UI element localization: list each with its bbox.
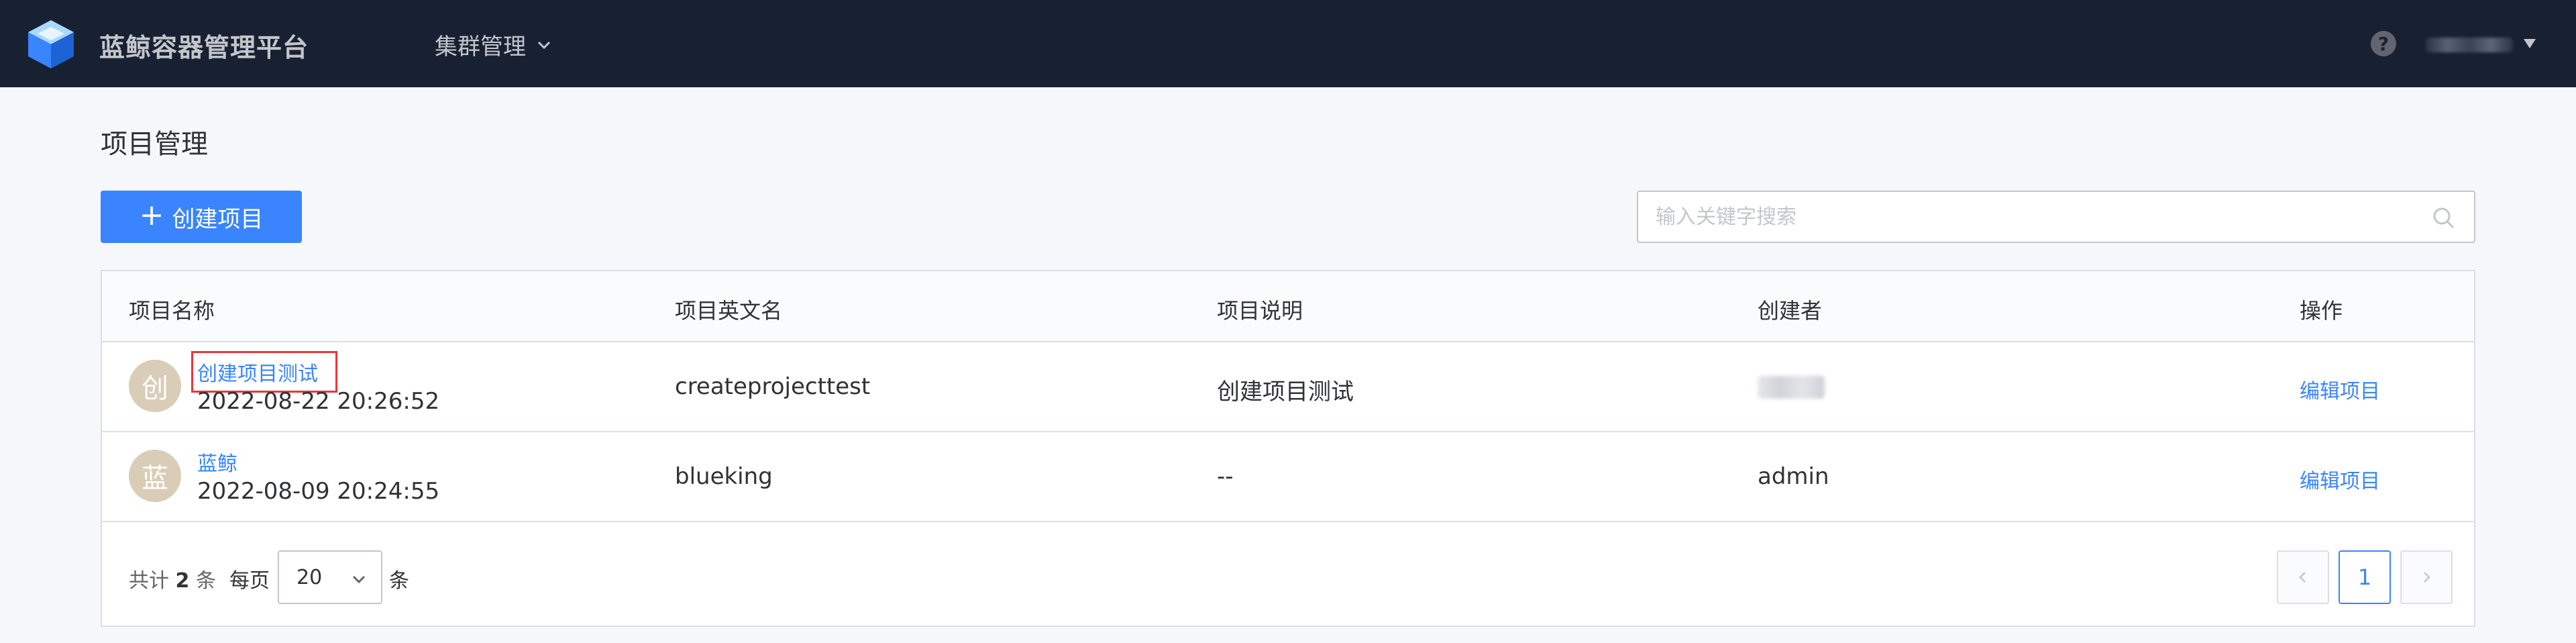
- project-created-time: 2022-08-22 20:26:52: [197, 388, 440, 415]
- create-project-label: 创建项目: [172, 205, 264, 233]
- column-header-actions: 操作: [2300, 298, 2343, 324]
- help-icon[interactable]: ?: [2371, 31, 2396, 56]
- create-project-button[interactable]: + 创建项目: [101, 191, 302, 243]
- user-name-redacted[interactable]: [2426, 38, 2513, 52]
- project-table: 项目名称 项目英文名 项目说明 创建者 操作 创 创建项目测试 2022-08-…: [101, 270, 2475, 627]
- project-english-name: blueking: [675, 463, 773, 490]
- search-box[interactable]: [1637, 191, 2475, 243]
- app-logo-icon[interactable]: [27, 19, 75, 70]
- project-english-name: createprojecttest: [675, 373, 871, 400]
- project-avatar: 创: [129, 360, 181, 412]
- per-page-select[interactable]: 20: [278, 550, 382, 604]
- column-header-project-name: 项目名称: [129, 298, 215, 324]
- project-name-link[interactable]: 蓝鲸: [197, 447, 237, 477]
- prev-page-button[interactable]: [2277, 550, 2329, 604]
- search-icon[interactable]: [2432, 207, 2455, 230]
- nav-menu-cluster-management[interactable]: 集群管理: [435, 28, 553, 61]
- column-header-description: 项目说明: [1217, 298, 1303, 324]
- user-menu-caret-icon[interactable]: [2524, 39, 2536, 48]
- page-title: 项目管理: [101, 129, 208, 160]
- project-description: 创建项目测试: [1217, 379, 1354, 405]
- next-page-button[interactable]: [2400, 550, 2453, 604]
- project-avatar: 蓝: [129, 450, 181, 502]
- project-created-time: 2022-08-09 20:24:55: [197, 478, 440, 505]
- project-name-link[interactable]: 创建项目测试: [191, 351, 337, 393]
- chevron-down-icon: [352, 575, 366, 584]
- column-header-english-name: 项目英文名: [675, 298, 783, 324]
- project-description: --: [1217, 463, 1234, 490]
- top-navigation-bar: 蓝鲸容器管理平台 集群管理 ?: [0, 0, 2576, 87]
- table-pagination: 共计 2 条 每页 20 条 1: [102, 524, 2474, 626]
- chevron-left-icon: [2299, 572, 2306, 583]
- chevron-right-icon: [2424, 572, 2430, 583]
- edit-project-link[interactable]: 编辑项目: [2300, 375, 2380, 404]
- total-count: 共计 2 条: [129, 564, 216, 593]
- edit-project-link[interactable]: 编辑项目: [2300, 464, 2380, 494]
- nav-menu-label: 集群管理: [435, 34, 526, 60]
- chevron-down-icon: [537, 41, 551, 49]
- plus-icon: +: [139, 198, 164, 232]
- table-header: 项目名称 项目英文名 项目说明 创建者 操作: [102, 271, 2474, 342]
- search-input[interactable]: [1638, 192, 2474, 242]
- total-number: 2: [175, 569, 190, 593]
- app-title[interactable]: 蓝鲸容器管理平台: [99, 27, 309, 64]
- table-row: 创 创建项目测试 2022-08-22 20:26:52 createproje…: [102, 342, 2474, 432]
- table-row: 蓝 蓝鲸 2022-08-09 20:24:55 blueking -- adm…: [102, 432, 2474, 522]
- total-prefix: 共计: [129, 569, 169, 593]
- column-header-creator: 创建者: [1758, 298, 1823, 324]
- page-number-button[interactable]: 1: [2339, 550, 2391, 604]
- project-creator-redacted: [1758, 376, 1825, 399]
- project-creator: admin: [1758, 463, 1829, 490]
- per-page-value: 20: [297, 565, 323, 589]
- per-page-label: 每页: [229, 569, 270, 593]
- total-suffix: 条: [195, 569, 216, 593]
- per-page-unit: 条: [389, 569, 409, 593]
